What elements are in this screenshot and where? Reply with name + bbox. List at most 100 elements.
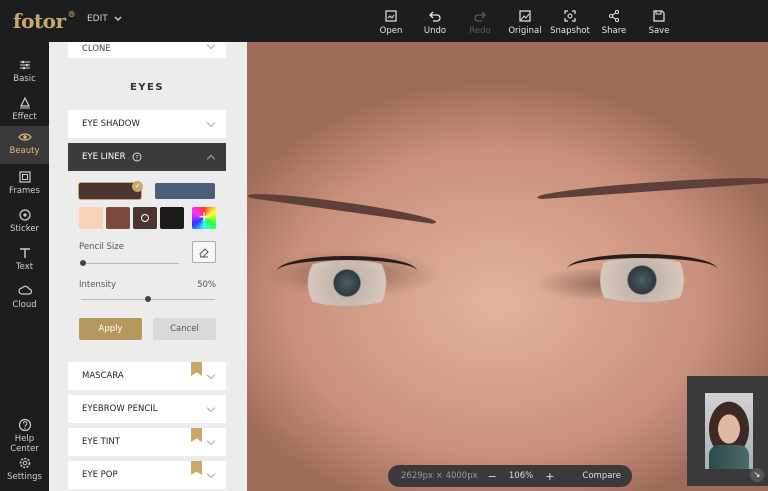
save-icon (653, 10, 665, 22)
custom-color-button[interactable]: + (192, 207, 216, 229)
nav-settings[interactable]: Settings (0, 452, 49, 488)
nav-effect-label: Effect (12, 112, 37, 122)
pencil-size-knob[interactable] (80, 260, 86, 266)
section-title: EYES (129, 82, 165, 93)
nav-sticker[interactable]: Sticker (0, 204, 49, 240)
thumbnail-shirt (709, 445, 749, 469)
share-button[interactable]: Share (591, 9, 637, 36)
nav-effect[interactable]: Effect (0, 92, 49, 128)
undo-label: Undo (423, 26, 447, 36)
eraser-icon (199, 248, 209, 258)
help-icon (18, 418, 31, 432)
compare-button[interactable]: Compare (582, 471, 621, 481)
accordion-eye-liner[interactable]: EYE LINER ? (68, 143, 226, 171)
left-eyelash (277, 256, 417, 286)
undo-button[interactable]: Undo (412, 9, 458, 36)
chevron-down-icon (206, 118, 216, 128)
selected-ring-icon (141, 214, 149, 222)
open-label: Open (379, 26, 403, 36)
original-button[interactable]: Original (502, 9, 548, 36)
sliders-icon (19, 60, 30, 70)
redo-icon (474, 11, 486, 22)
nav-help-label: Help Center (10, 434, 39, 454)
snapshot-icon (564, 10, 576, 22)
zoom-in-button[interactable]: + (545, 470, 554, 483)
nav-basic-label: Basic (13, 74, 36, 84)
snapshot-button[interactable]: Snapshot (547, 9, 593, 36)
accordion-eyebrow-pencil-label: EYEBROW PENCIL (82, 404, 158, 414)
nav-sticker-label: Sticker (9, 224, 40, 234)
nav-text[interactable]: Text (0, 242, 49, 278)
plus-icon: + (198, 209, 210, 225)
nav-cloud-label: Cloud (12, 300, 37, 310)
text-icon (19, 248, 30, 258)
svg-text:?: ? (135, 154, 138, 161)
liner-color-primary[interactable]: ✓ (79, 181, 143, 199)
help-icon[interactable]: ? (132, 152, 142, 162)
zoom-out-button[interactable]: − (488, 470, 497, 483)
original-label: Original (508, 26, 542, 36)
accordion-clone[interactable]: CLONE (68, 42, 226, 58)
nav-frames-label: Frames (9, 186, 40, 196)
fotor-logo[interactable]: fotor ® (13, 9, 76, 33)
swatch-black[interactable] (160, 207, 184, 229)
original-icon (519, 10, 531, 22)
cloud-icon (17, 285, 32, 295)
accordion-mascara-label: MASCARA (82, 371, 124, 381)
nav-help-center[interactable]: Help Center (0, 414, 49, 454)
nav-cloud[interactable]: Cloud (0, 280, 49, 316)
nav-beauty[interactable]: Beauty (0, 126, 49, 164)
share-label: Share (601, 26, 627, 36)
left-nav-rail: Basic Effect Beauty Frames Sticker Text … (0, 42, 49, 491)
top-bar: fotor ® EDIT Open Undo Redo Original Snap… (0, 0, 768, 42)
chevron-up-icon (206, 154, 216, 164)
accordion-eye-pop[interactable]: EYE POP (68, 461, 226, 489)
liner-color-secondary[interactable] (155, 183, 215, 199)
intensity-knob[interactable] (145, 296, 151, 302)
swatch-dark-brown[interactable] (133, 207, 157, 229)
undo-icon (429, 11, 441, 22)
accordion-clone-label: CLONE (82, 44, 111, 54)
edit-mode-dropdown[interactable]: EDIT (87, 14, 122, 24)
open-button[interactable]: Open (368, 9, 414, 36)
zoom-level: 106% (508, 471, 534, 481)
nav-beauty-label: Beauty (9, 146, 40, 156)
left-eyebrow (247, 188, 438, 230)
save-label: Save (648, 26, 670, 36)
nav-frames[interactable]: Frames (0, 166, 49, 202)
collapse-arrow-icon[interactable]: ↘ (750, 468, 764, 482)
right-eyelash (567, 254, 717, 284)
accordion-eyebrow-pencil[interactable]: EYEBROW PENCIL (68, 395, 226, 423)
redo-button[interactable]: Redo (457, 9, 503, 36)
accordion-eye-shadow-label: EYE SHADOW (82, 119, 140, 129)
swatch-brown[interactable] (106, 207, 130, 229)
chevron-down-icon (206, 42, 216, 50)
accordion-eye-tint-label: EYE TINT (82, 437, 120, 447)
chevron-down-icon (206, 469, 216, 479)
swatch-peach[interactable] (79, 207, 103, 229)
intensity-value: 50% (197, 280, 216, 290)
apply-button[interactable]: Apply (79, 318, 142, 340)
accordion-eye-shadow[interactable]: EYE SHADOW (68, 110, 226, 138)
fotor-editor: fotor ® EDIT Open Undo Redo Original Snap… (0, 0, 768, 491)
image-dimensions: 2629px × 4000px (401, 471, 478, 481)
right-eyebrow (536, 173, 768, 205)
chevron-down-icon (206, 436, 216, 446)
accordion-eye-pop-label: EYE POP (82, 470, 118, 480)
premium-badge-icon (191, 362, 202, 376)
beauty-panel: CLONE EYES EYE SHADOW EYE LINER ? ✓ + Pe… (49, 42, 247, 491)
chevron-down-icon (206, 403, 216, 413)
eye-icon (17, 133, 32, 141)
cancel-button[interactable]: Cancel (153, 318, 216, 340)
nav-basic[interactable]: Basic (0, 54, 49, 90)
snapshot-label: Snapshot (550, 26, 590, 36)
pencil-size-label: Pencil Size (79, 242, 124, 252)
pencil-size-slider[interactable] (81, 263, 179, 264)
save-button[interactable]: Save (636, 9, 682, 36)
eraser-button[interactable] (192, 241, 216, 263)
chevron-down-icon (114, 16, 122, 21)
accordion-mascara[interactable]: MASCARA (68, 362, 226, 390)
navigator-thumbnail[interactable]: ↘ (687, 376, 768, 486)
zoom-bar: 2629px × 4000px − 106% + Compare (388, 465, 632, 487)
accordion-eye-tint[interactable]: EYE TINT (68, 428, 226, 456)
